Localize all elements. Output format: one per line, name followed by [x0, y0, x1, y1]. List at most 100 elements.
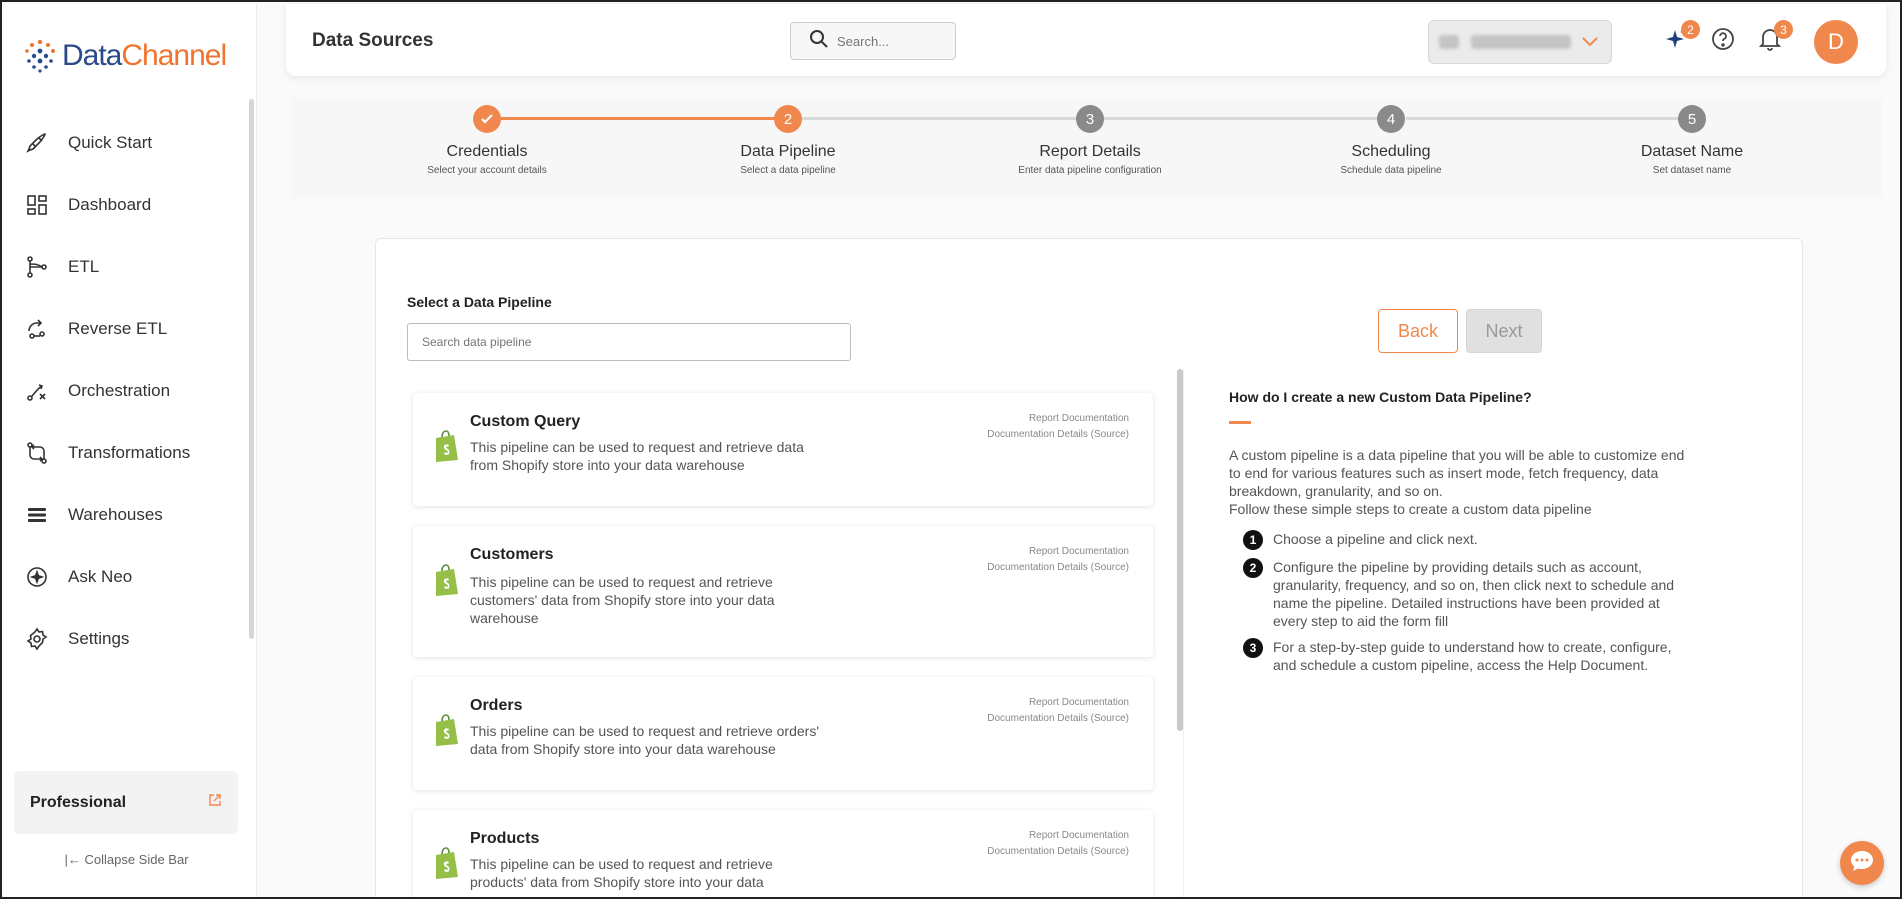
step-report-details[interactable]: 3 Report Details Enter data pipeline con… — [970, 105, 1210, 176]
step-number: 5 — [1678, 105, 1706, 133]
report-documentation-link[interactable]: Report Documentation — [987, 828, 1129, 844]
step-scheduling[interactable]: 4 Scheduling Schedule data pipeline — [1271, 105, 1511, 176]
documentation-details-link[interactable]: Documentation Details (Source) — [987, 427, 1129, 443]
pipeline-title: Orders — [470, 697, 523, 714]
pipeline-links: Report Documentation Documentation Detai… — [987, 411, 1129, 443]
sidebar-item-ask-neo[interactable]: Ask Neo — [4, 546, 249, 608]
help-icon — [1710, 26, 1736, 57]
sparkle-icon — [24, 564, 50, 590]
sidebar-item-label: Quick Start — [68, 133, 153, 152]
shopify-icon — [436, 430, 458, 462]
step-subtitle: Set dataset name — [1652, 165, 1732, 176]
sidebar-item-label: Transformations — [68, 443, 191, 462]
chat-support-button[interactable] — [1840, 841, 1884, 885]
sidebar-item-label: ETL — [68, 257, 100, 276]
user-avatar[interactable]: D — [1814, 20, 1858, 64]
account-selector[interactable] — [1428, 20, 1612, 64]
sidebar-item-quick-start[interactable]: Quick Start — [4, 112, 249, 174]
pipeline-card-custom-query[interactable]: Custom Query This pipeline can be used t… — [413, 393, 1153, 506]
plan-card[interactable]: Professional — [14, 771, 238, 834]
ai-badge: 2 — [1681, 20, 1700, 39]
pipeline-card-products[interactable]: Products This pipeline can be used to re… — [413, 810, 1153, 897]
help-step-text: For a step-by-step guide to understand h… — [1273, 639, 1672, 673]
sidebar-scrollbar[interactable] — [249, 99, 254, 639]
sidebar-item-warehouses[interactable]: Warehouses — [4, 484, 249, 546]
sidebar-item-dashboard[interactable]: Dashboard — [4, 174, 249, 236]
step-number-badge: 3 — [1243, 638, 1263, 658]
pipeline-card-customers[interactable]: Customers This pipeline can be used to r… — [413, 526, 1153, 657]
sidebar-item-label: Settings — [68, 629, 130, 648]
orchestration-icon — [24, 378, 50, 404]
sidebar-item-etl[interactable]: ETL — [4, 236, 249, 298]
plan-name: Professional — [30, 793, 127, 811]
pipeline-description: This pipeline can be used to request and… — [470, 574, 775, 626]
step-subtitle: Select a data pipeline — [740, 165, 836, 176]
dashboard-icon — [24, 192, 50, 218]
pipeline-list: Custom Query This pipeline can be used t… — [407, 367, 1157, 897]
step-data-pipeline[interactable]: 2 Data Pipeline Select a data pipeline — [668, 105, 908, 176]
step-number-badge: 1 — [1243, 530, 1263, 550]
report-documentation-link[interactable]: Report Documentation — [987, 544, 1129, 560]
shopify-icon — [436, 564, 458, 596]
next-button[interactable]: Next — [1466, 309, 1542, 353]
warehouses-icon — [24, 502, 50, 528]
step-number: 2 — [774, 105, 802, 133]
pipeline-description: This pipeline can be used to request and… — [470, 856, 773, 890]
brand-logo[interactable]: DataChannel — [22, 38, 227, 74]
sidebar-item-label: Dashboard — [68, 195, 152, 214]
brand-name-part2: Channel — [121, 39, 227, 72]
pipeline-search-input[interactable] — [407, 323, 851, 361]
collapse-sidebar-button[interactable]: |← Collapse Side Bar — [4, 852, 249, 867]
help-intro-text: A custom pipeline is a data pipeline tha… — [1229, 447, 1685, 499]
pipeline-title: Products — [470, 830, 540, 847]
accent-bar — [1229, 421, 1251, 424]
sidebar-item-reverse-etl[interactable]: Reverse ETL — [4, 298, 249, 360]
help-panel: How do I create a new Custom Data Pipeli… — [1229, 389, 1709, 682]
back-button[interactable]: Back — [1378, 309, 1458, 353]
pipeline-links: Report Documentation Documentation Detai… — [987, 544, 1129, 576]
help-intro: A custom pipeline is a data pipeline tha… — [1229, 446, 1699, 518]
sidebar-item-orchestration[interactable]: Orchestration — [4, 360, 249, 422]
documentation-details-link[interactable]: Documentation Details (Source) — [987, 560, 1129, 576]
account-name-blurred — [1471, 35, 1571, 49]
brand-name-part1: Data — [62, 39, 122, 72]
etl-icon — [24, 254, 50, 280]
help-steps: 1 Choose a pipeline and click next. 2 Conf… — [1243, 530, 1709, 674]
panel-divider — [1183, 369, 1184, 897]
sidebar-item-label: Orchestration — [68, 381, 171, 400]
pipeline-selection-card: Select a Data Pipeline Back Next Custom … — [375, 238, 1803, 897]
pipeline-title: Customers — [470, 546, 554, 563]
step-credentials[interactable]: Credentials Select your account details — [367, 105, 607, 176]
sidebar-item-label: Reverse ETL — [68, 319, 168, 338]
report-documentation-link[interactable]: Report Documentation — [987, 695, 1129, 711]
rocket-icon — [24, 130, 50, 156]
pipeline-card-orders[interactable]: Orders This pipeline can be used to requ… — [413, 677, 1153, 790]
report-documentation-link[interactable]: Report Documentation — [987, 411, 1129, 427]
help-title: How do I create a new Custom Data Pipeli… — [1229, 389, 1532, 405]
chat-bubble-icon — [1849, 849, 1875, 878]
app-window: DataChannel Quick Start Dashboard ETL Re… — [0, 0, 1902, 899]
global-search[interactable] — [790, 22, 956, 60]
reverse-etl-icon — [24, 316, 50, 342]
ai-assistant-button[interactable]: 2 — [1662, 20, 1700, 56]
sidebar-nav: Quick Start Dashboard ETL Reverse ETL Or… — [4, 112, 249, 670]
step-dataset-name[interactable]: 5 Dataset Name Set dataset name — [1572, 105, 1812, 176]
help-button[interactable] — [1708, 26, 1738, 56]
help-step: 2 Configure the pipeline by providing det… — [1243, 558, 1709, 630]
pipeline-links: Report Documentation Documentation Detai… — [987, 828, 1129, 860]
pipeline-description: This pipeline can be used to request and… — [470, 723, 819, 757]
shopify-icon — [436, 714, 458, 746]
sidebar-item-settings[interactable]: Settings — [4, 608, 249, 670]
search-input[interactable] — [837, 33, 947, 49]
brand-name: DataChannel — [62, 39, 227, 73]
documentation-details-link[interactable]: Documentation Details (Source) — [987, 711, 1129, 727]
external-link-icon[interactable] — [208, 793, 222, 812]
documentation-details-link[interactable]: Documentation Details (Source) — [987, 844, 1129, 860]
notifications-button[interactable]: 3 — [1755, 20, 1793, 56]
sidebar-item-label: Ask Neo — [68, 567, 133, 586]
sidebar-item-transformations[interactable]: Transformations — [4, 422, 249, 484]
step-title: Scheduling — [1351, 143, 1431, 160]
step-subtitle: Select your account details — [427, 165, 547, 176]
help-step: 1 Choose a pipeline and click next. — [1243, 530, 1709, 550]
step-title: Dataset Name — [1640, 143, 1744, 160]
